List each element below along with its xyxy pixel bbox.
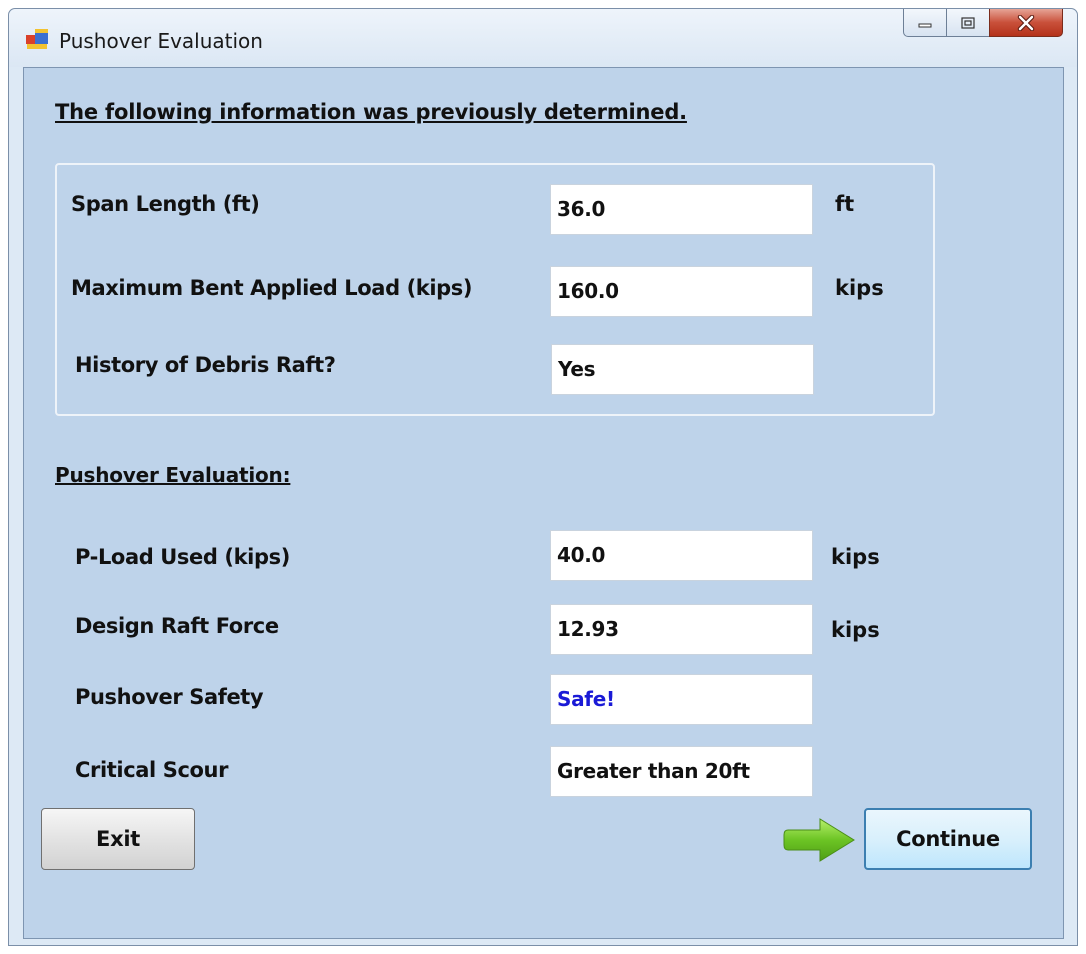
- span-length-field[interactable]: 36.0: [550, 184, 813, 235]
- span-length-unit: ft: [835, 192, 855, 216]
- right-arrow-icon: [783, 818, 855, 862]
- window-title: Pushover Evaluation: [59, 29, 263, 53]
- pushover-safety-field[interactable]: Safe!: [550, 674, 813, 725]
- form-client-area: The following information was previously…: [23, 67, 1064, 939]
- design-raft-force-label: Design Raft Force: [75, 614, 279, 638]
- caption-buttons: [903, 9, 1063, 39]
- pushover-evaluation-heading: Pushover Evaluation:: [55, 463, 291, 487]
- title-bar[interactable]: Pushover Evaluation: [9, 9, 1077, 67]
- debris-raft-field[interactable]: Yes: [551, 344, 814, 395]
- previous-info-heading: The following information was previously…: [55, 100, 687, 124]
- debris-raft-label: History of Debris Raft?: [75, 353, 336, 377]
- p-load-label: P-Load Used (kips): [75, 545, 290, 569]
- max-bent-load-unit: kips: [835, 276, 884, 300]
- form-window-icon: [26, 29, 48, 49]
- maximize-icon: [961, 16, 975, 29]
- maximize-button[interactable]: [946, 9, 990, 37]
- exit-button[interactable]: Exit: [41, 808, 195, 870]
- max-bent-load-field[interactable]: 160.0: [550, 266, 813, 317]
- p-load-field[interactable]: 40.0: [550, 530, 813, 581]
- design-raft-force-unit: kips: [831, 618, 880, 642]
- continue-button[interactable]: Continue: [864, 808, 1032, 870]
- design-raft-force-field[interactable]: 12.93: [550, 604, 813, 655]
- max-bent-load-label: Maximum Bent Applied Load (kips): [71, 276, 473, 300]
- span-length-label: Span Length (ft): [71, 192, 260, 216]
- minimize-button[interactable]: [903, 9, 947, 37]
- pushover-safety-label: Pushover Safety: [75, 685, 264, 709]
- app-window: Pushover Evaluation The following inform…: [8, 8, 1078, 946]
- p-load-unit: kips: [831, 545, 880, 569]
- close-icon: [1017, 14, 1035, 31]
- close-button[interactable]: [989, 9, 1063, 37]
- critical-scour-label: Critical Scour: [75, 758, 229, 782]
- critical-scour-field[interactable]: Greater than 20ft: [550, 746, 813, 797]
- minimize-icon: [918, 23, 932, 27]
